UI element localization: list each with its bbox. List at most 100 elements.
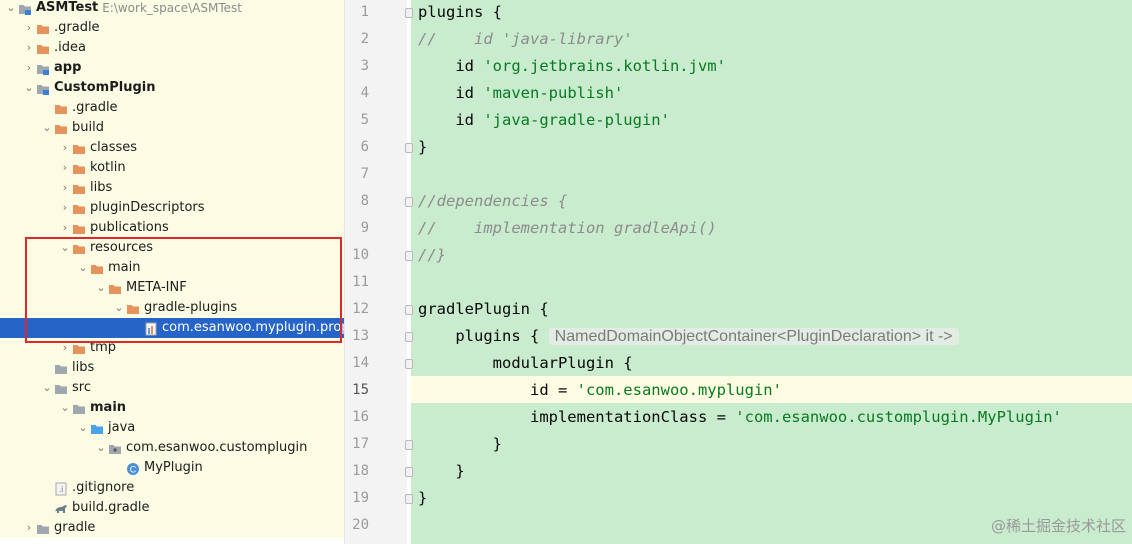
chevron-right-icon[interactable]: ›	[59, 138, 71, 158]
chevron-right-icon[interactable]: ›	[59, 198, 71, 218]
tree-item[interactable]: com.esanwoo.myplugin.properties	[0, 318, 344, 338]
tree-item-label: publications	[90, 220, 169, 235]
inlay-type-hint: NamedDomainObjectContainer<PluginDeclara…	[548, 328, 959, 345]
tree-item-label: main	[108, 260, 141, 275]
code-line[interactable]: id = 'com.esanwoo.myplugin'	[418, 377, 782, 404]
line-number: 8	[360, 193, 369, 209]
tree-item[interactable]: › tmp	[0, 338, 344, 358]
folder-icon	[54, 101, 68, 115]
code-line[interactable]: }	[418, 134, 427, 161]
code-line[interactable]: plugins { NamedDomainObjectContainer<Plu…	[418, 323, 959, 350]
tree-item[interactable]: ⌄ gradle-plugins	[0, 298, 344, 318]
fold-marker-icon[interactable]	[405, 305, 413, 315]
tree-item-label: CustomPlugin	[54, 80, 156, 95]
tree-item[interactable]: › kotlin	[0, 158, 344, 178]
tree-item-label: resources	[90, 240, 154, 255]
folder-icon	[126, 301, 140, 315]
line-number: 10	[352, 247, 369, 263]
chevron-right-icon[interactable]: ›	[59, 338, 71, 358]
code-line[interactable]: implementationClass = 'com.esanwoo.custo…	[418, 404, 1062, 431]
code-line[interactable]: // id 'java-library'	[418, 26, 633, 53]
tree-item[interactable]: ⌄ main	[0, 258, 344, 278]
tree-item[interactable]: › publications	[0, 218, 344, 238]
plain-folder-icon	[36, 521, 50, 535]
chevron-right-icon[interactable]: ›	[23, 58, 35, 78]
chevron-down-icon[interactable]: ⌄	[41, 118, 53, 138]
fold-marker-icon[interactable]	[405, 359, 413, 369]
chevron-down-icon[interactable]: ⌄	[113, 298, 125, 318]
fold-marker-icon[interactable]	[405, 440, 413, 450]
chevron-down-icon[interactable]: ⌄	[59, 238, 71, 258]
line-number: 20	[352, 517, 369, 533]
tree-item-label: build	[72, 120, 104, 135]
fold-marker-icon[interactable]	[405, 467, 413, 477]
module-icon	[36, 61, 50, 75]
tree-item[interactable]: › pluginDescriptors	[0, 198, 344, 218]
tree-item[interactable]: ⌄ src	[0, 378, 344, 398]
tree-item-label: tmp	[90, 340, 117, 355]
code-line[interactable]: }	[418, 485, 427, 512]
tree-item[interactable]: .i .gitignore	[0, 478, 344, 498]
fold-marker-icon[interactable]	[405, 8, 413, 18]
tree-item[interactable]: › gradle	[0, 518, 344, 538]
code-line[interactable]: }	[418, 431, 502, 458]
watermark: @稀土掘金技术社区	[990, 517, 1126, 535]
chevron-right-icon[interactable]: ›	[59, 218, 71, 238]
chevron-right-icon[interactable]: ›	[59, 178, 71, 198]
chevron-down-icon[interactable]: ⌄	[77, 258, 89, 278]
fold-marker-icon[interactable]	[405, 197, 413, 207]
code-line[interactable]: //dependencies {	[418, 188, 567, 215]
code-line[interactable]: modularPlugin {	[418, 350, 633, 377]
code-line[interactable]: id 'java-gradle-plugin'	[418, 107, 670, 134]
git-ignore-icon: .i	[54, 481, 68, 496]
line-number: 14	[352, 355, 369, 371]
tree-item[interactable]: C MyPlugin	[0, 458, 344, 478]
code-line[interactable]: }	[418, 458, 464, 485]
code-line[interactable]: //}	[418, 242, 446, 269]
chevron-down-icon[interactable]: ⌄	[5, 0, 17, 18]
tree-item[interactable]: › .idea	[0, 38, 344, 58]
folder-icon	[72, 141, 86, 155]
fold-marker-icon[interactable]	[405, 494, 413, 504]
chevron-right-icon[interactable]: ›	[23, 38, 35, 58]
tree-item[interactable]: › libs	[0, 178, 344, 198]
chevron-right-icon[interactable]: ›	[23, 518, 35, 538]
tree-item[interactable]: ⌄ build	[0, 118, 344, 138]
code-comment: //}	[418, 246, 446, 264]
code-line[interactable]: id 'maven-publish'	[418, 80, 623, 107]
line-number: 15	[352, 382, 369, 398]
tree-item[interactable]: ⌄ java	[0, 418, 344, 438]
chevron-down-icon[interactable]: ⌄	[41, 378, 53, 398]
tree-item-label: ASMTest	[36, 0, 99, 15]
tree-item[interactable]: ⌄ com.esanwoo.customplugin	[0, 438, 344, 458]
tree-item[interactable]: .gradle	[0, 98, 344, 118]
chevron-down-icon[interactable]: ⌄	[77, 418, 89, 438]
tree-item[interactable]: ⌄ resources	[0, 238, 344, 258]
fold-marker-icon[interactable]	[405, 143, 413, 153]
chevron-down-icon[interactable]: ⌄	[23, 78, 35, 98]
code-comment: // implementation gradleApi()	[418, 219, 717, 237]
chevron-right-icon[interactable]: ›	[23, 18, 35, 38]
fold-marker-icon[interactable]	[405, 332, 413, 342]
tree-item[interactable]: › .gradle	[0, 18, 344, 38]
chevron-right-icon[interactable]: ›	[59, 158, 71, 178]
code-line[interactable]: // implementation gradleApi()	[418, 215, 717, 242]
code-token: plugins {	[418, 3, 502, 21]
tree-item[interactable]: › classes	[0, 138, 344, 158]
chevron-down-icon[interactable]: ⌄	[59, 398, 71, 418]
chevron-down-icon[interactable]: ⌄	[95, 278, 107, 298]
code-line[interactable]: gradlePlugin {	[418, 296, 549, 323]
line-number-gutter: 1 2 3 4 5 6 7 8 9 10 11 12 13 14 15 16 17 18 19 20	[345, 0, 407, 544]
chevron-down-icon[interactable]: ⌄	[95, 438, 107, 458]
code-line[interactable]: id 'org.jetbrains.kotlin.jvm'	[418, 53, 726, 80]
tree-item[interactable]: libs	[0, 358, 344, 378]
tree-item[interactable]: › app	[0, 58, 344, 78]
tree-item[interactable]: ⌄ ASMTest E:\work_space\ASMTest	[0, 0, 344, 18]
svg-text:C: C	[130, 465, 137, 475]
tree-item[interactable]: ⌄ META-INF	[0, 278, 344, 298]
tree-item[interactable]: ⌄ CustomPlugin	[0, 78, 344, 98]
code-line[interactable]: plugins {	[418, 0, 502, 26]
fold-marker-icon[interactable]	[405, 251, 413, 261]
tree-item[interactable]: ⌄ main	[0, 398, 344, 418]
tree-item[interactable]: build.gradle	[0, 498, 344, 518]
